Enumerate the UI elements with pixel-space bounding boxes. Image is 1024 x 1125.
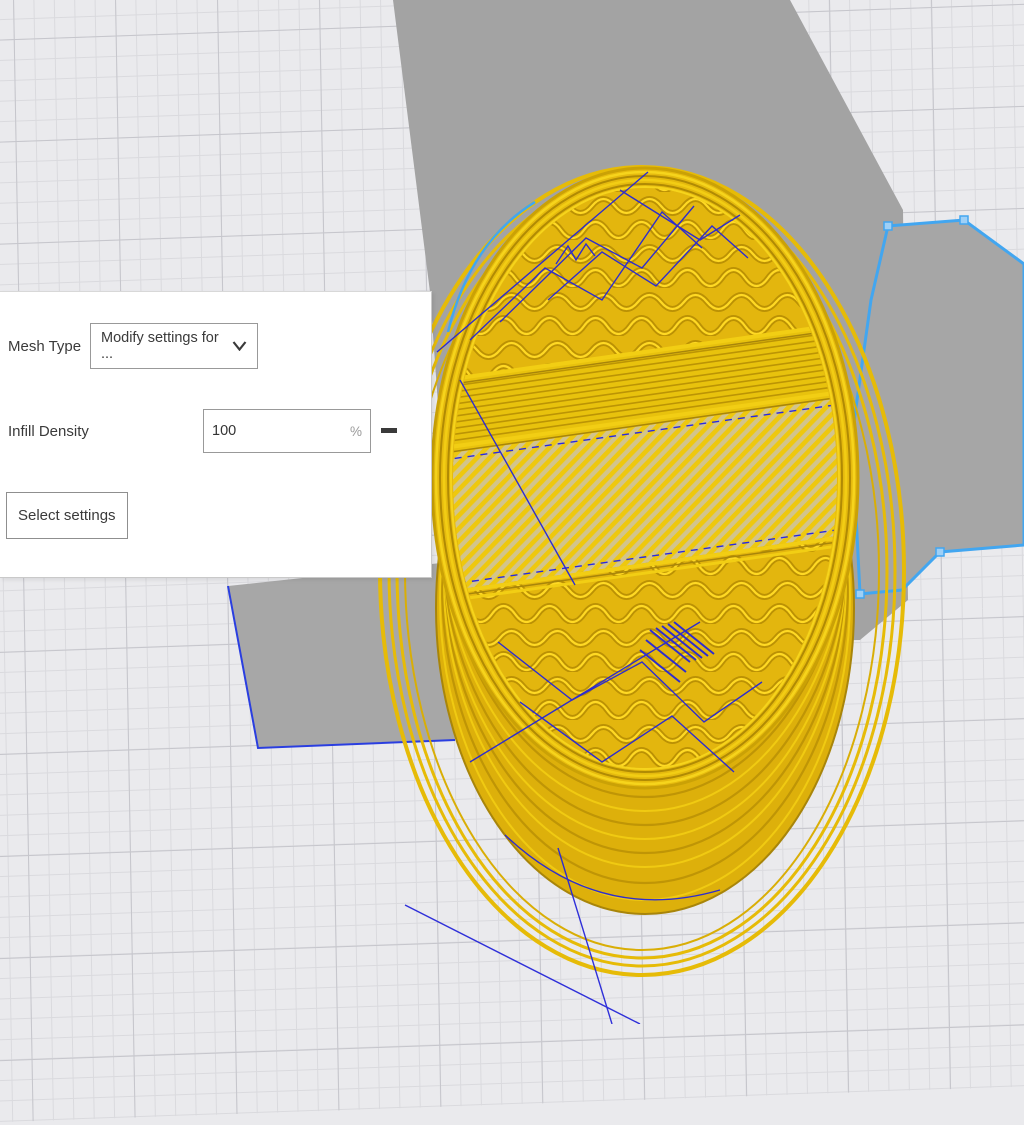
modifier-plate-left[interactable] bbox=[228, 562, 455, 748]
per-model-settings-panel: Mesh Type Modify settings for ... Infill… bbox=[0, 291, 432, 578]
infill-density-row: Infill Density % bbox=[8, 409, 431, 453]
mesh-type-label: Mesh Type bbox=[8, 323, 81, 369]
mesh-type-dropdown[interactable]: Modify settings for ... bbox=[90, 323, 258, 369]
infill-density-unit: % bbox=[350, 424, 370, 439]
infill-density-input[interactable] bbox=[204, 423, 350, 439]
infill-density-label: Infill Density bbox=[8, 409, 89, 453]
infill-density-field[interactable]: % bbox=[203, 409, 371, 453]
minus-icon[interactable] bbox=[381, 428, 397, 433]
select-settings-button[interactable]: Select settings bbox=[6, 492, 128, 539]
chevron-down-icon bbox=[232, 341, 247, 351]
mesh-type-row: Mesh Type Modify settings for ... bbox=[8, 323, 431, 369]
mesh-type-value: Modify settings for ... bbox=[101, 330, 226, 362]
